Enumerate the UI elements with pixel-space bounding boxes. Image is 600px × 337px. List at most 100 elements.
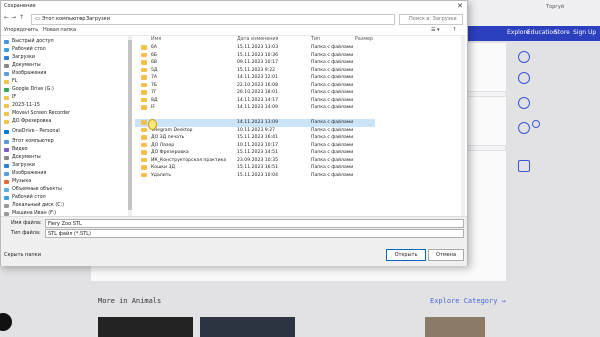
- list-item[interactable]: Telegram Desktop 10.11.2023 9:27 Папка с ф…: [135, 127, 375, 135]
- close-icon[interactable]: ✕: [457, 2, 463, 10]
- onedrive-icon: [4, 129, 9, 134]
- desktop-icon: [4, 47, 9, 52]
- video-icon: [4, 147, 9, 152]
- thumbnail[interactable]: [425, 317, 485, 337]
- organize-button[interactable]: Упорядочить: [4, 27, 38, 33]
- back-icon[interactable]: ←: [4, 14, 9, 21]
- sidebar-item[interactable]: 2023-11-15: [4, 103, 126, 111]
- list-scrollbar[interactable]: [461, 36, 465, 216]
- sidebar-item[interactable]: OneDrive - Personal: [4, 129, 126, 137]
- list-item[interactable]: 5Д 15.11.2023 9:22 Папка с файлами: [135, 67, 375, 75]
- sidebar-item[interactable]: Рабочий стол: [4, 47, 126, 55]
- comment-icon[interactable]: [518, 72, 530, 84]
- sidebar-item[interactable]: Загрузки: [4, 163, 126, 171]
- comment-icon[interactable]: [518, 97, 530, 109]
- list-item[interactable]: ДО 3Д печать 15.11.2023 16:41 Папка с файл…: [135, 134, 375, 142]
- thumbnail[interactable]: [98, 317, 193, 337]
- folder-icon: [141, 120, 147, 125]
- sidebar-item[interactable]: FL: [4, 79, 126, 87]
- file-type-label: Тип файла:: [11, 230, 41, 236]
- breadcrumb-downloads[interactable]: Загрузки: [86, 16, 110, 22]
- view-icon[interactable]: ☰ ▾: [431, 27, 440, 33]
- folder-icon: [141, 97, 147, 102]
- sidebar-item[interactable]: Быстрый доступ: [4, 39, 126, 47]
- column-date[interactable]: Дата изменения: [237, 37, 278, 42]
- sidebar-item[interactable]: Этот компьютер: [4, 139, 126, 147]
- list-item[interactable]: 7Г 26.10.2023 18:01 Папка с файлами: [135, 89, 375, 97]
- folder-icon: [4, 119, 9, 124]
- sidebar-item[interactable]: Видео: [4, 147, 126, 155]
- sidebar-item[interactable]: Рабочий стол: [4, 195, 126, 203]
- comment-icon[interactable]: [532, 120, 540, 128]
- list-item[interactable]: Кошки 3Д 15.11.2023 16:51 Папка с файлами: [135, 164, 375, 172]
- sidebar-item[interactable]: Изображения: [4, 71, 126, 79]
- file-name-label: Имя файла:: [11, 220, 42, 226]
- forward-icon[interactable]: →: [11, 14, 16, 21]
- folder-icon: [141, 150, 147, 155]
- list-item[interactable]: Удалить 15.11.2023 10:04 Папка с файлами: [135, 172, 375, 180]
- search-input[interactable]: Поиск в: Загрузки: [399, 14, 463, 25]
- sidebar-item[interactable]: Movavi Screen Recorder: [4, 111, 126, 119]
- sidebar-item[interactable]: Изображения: [4, 171, 126, 179]
- sidebar-item[interactable]: Google Drive (G:): [4, 87, 126, 95]
- header-text: Торгуй: [546, 4, 565, 10]
- column-type[interactable]: Тип: [311, 37, 320, 42]
- nav-store[interactable]: Store: [554, 29, 570, 36]
- file-name-input[interactable]: Fiery Zoo STL: [45, 219, 464, 228]
- list-item[interactable]: 8Д 14.11.2023 14:17 Папка с файлами: [135, 97, 375, 105]
- music-icon: [4, 179, 9, 184]
- nav-education[interactable]: Education: [527, 29, 557, 36]
- comment-icon[interactable]: [518, 122, 530, 134]
- folder-icon: [141, 67, 147, 72]
- document-icon: [4, 63, 9, 68]
- list-item[interactable]: ДО Фрезеровка 15.11.2023 14:51 Папка с фай…: [135, 149, 375, 157]
- share-icon[interactable]: [518, 160, 530, 172]
- list-item-selected[interactable]: 14.11.2023 13:09 Папка с файлами: [135, 119, 375, 127]
- sidebar-scrollbar[interactable]: [128, 36, 132, 216]
- column-name[interactable]: Имя: [151, 37, 161, 42]
- folder-icon: [141, 172, 147, 177]
- column-size[interactable]: Размер: [355, 37, 373, 42]
- sidebar-item[interactable]: Локальный диск (C:): [4, 203, 126, 211]
- folder-icon: [141, 75, 147, 80]
- sidebar-item[interactable]: Документы: [4, 63, 126, 71]
- sidebar-item[interactable]: Загрузки: [4, 55, 126, 63]
- sidebar-item[interactable]: Документы: [4, 155, 126, 163]
- folder-icon: [141, 157, 147, 162]
- site-nav: Explore Education Store Sign Up: [455, 26, 600, 41]
- dialog-titlebar: Сохранение ✕: [1, 1, 467, 12]
- list-item[interactable]: 6В 09.11.2023 10:17 Папка с файлами: [135, 59, 375, 67]
- column-header: Имя Дата изменения Тип Размер: [135, 36, 459, 43]
- list-item[interactable]: 6А 15.11.2023 13:03 Папка с файлами: [135, 44, 375, 52]
- cancel-button[interactable]: Отмена: [428, 249, 464, 261]
- hide-folders-toggle[interactable]: Скрыть папки: [4, 252, 41, 258]
- list-item[interactable]: ИК_Конструкторская практика 23.09.2023 10…: [135, 157, 375, 165]
- new-folder-button[interactable]: Новая папка: [43, 27, 76, 33]
- list-item[interactable]: IF 14.11.2023 14:09 Папка с файлами: [135, 104, 375, 112]
- sidebar-item[interactable]: Музыка: [4, 179, 126, 187]
- explore-category-link[interactable]: Explore Category →: [430, 297, 506, 305]
- scrollbar-thumb[interactable]: [128, 40, 132, 210]
- file-type-select[interactable]: STL файл (*.STL): [45, 229, 464, 238]
- desktop-icon: [4, 195, 9, 200]
- list-item[interactable]: 7А 14.11.2023 12:01 Папка с файлами: [135, 74, 375, 82]
- folder-icon: [141, 52, 147, 57]
- record-button[interactable]: [0, 313, 12, 331]
- folder-icon: [4, 95, 9, 100]
- nav-signup[interactable]: Sign Up: [573, 29, 596, 36]
- up-icon[interactable]: ↑: [19, 14, 24, 21]
- save-button[interactable]: Открыть: [386, 249, 426, 261]
- comment-icon[interactable]: [518, 51, 530, 63]
- help-icon[interactable]: ?: [453, 27, 456, 33]
- list-item[interactable]: 7Б 22.10.2023 16:08 Папка с файлами: [135, 82, 375, 90]
- list-item[interactable]: 6Б 15.11.2023 10:36 Папка с файлами: [135, 52, 375, 60]
- sidebar-item[interactable]: IF: [4, 95, 126, 103]
- save-dialog: Сохранение ✕ ← → ↑ ▭ Этот компьютер › За…: [0, 0, 468, 266]
- list-item[interactable]: ДО Лазер 10.11.2023 10:17 Папка с файлами: [135, 142, 375, 150]
- thumbnail[interactable]: [200, 317, 295, 337]
- sidebar-item[interactable]: Объемные объекты: [4, 187, 126, 195]
- address-bar[interactable]: ▭ Этот компьютер › Загрузки: [31, 14, 395, 25]
- breadcrumb-sep: ›: [80, 16, 82, 22]
- breadcrumb-computer[interactable]: Этот компьютер: [42, 16, 85, 22]
- sidebar-item[interactable]: ДО Фрезеровка: [4, 119, 126, 127]
